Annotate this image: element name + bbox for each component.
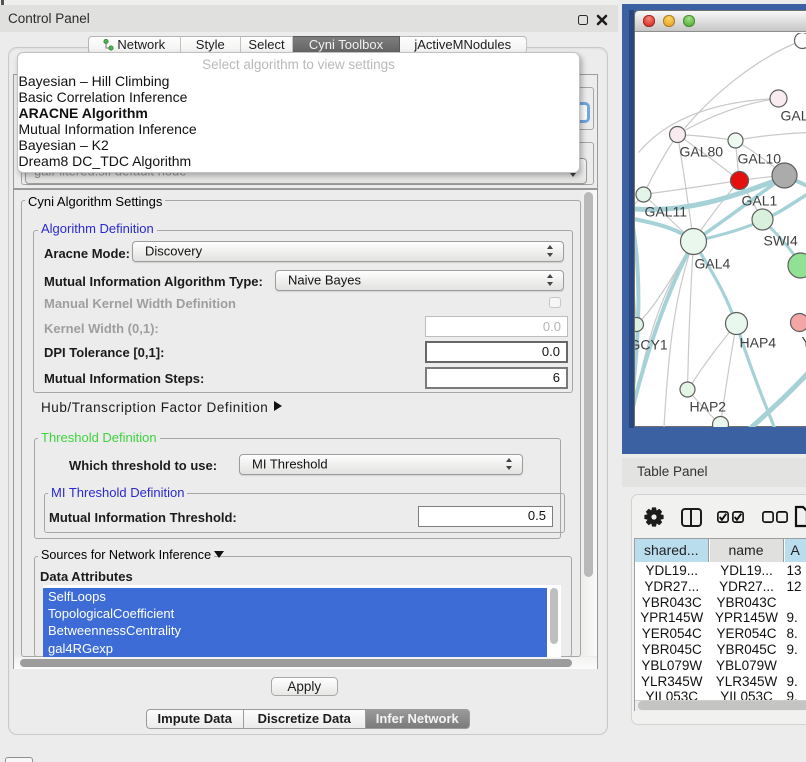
svg-text:SWI4: SWI4 <box>763 232 797 248</box>
svg-text:GAL80: GAL80 <box>679 143 723 159</box>
svg-text:GAL2: GAL2 <box>780 107 806 123</box>
svg-text:GCY1: GCY1 <box>635 336 668 352</box>
svg-text:GAL11: GAL11 <box>644 203 687 219</box>
svg-text:Y: Y <box>801 333 806 349</box>
svg-text:GAL10: GAL10 <box>737 150 781 166</box>
svg-text:HAP2: HAP2 <box>689 398 726 414</box>
svg-text:GAL1: GAL1 <box>741 192 777 208</box>
svg-text:HAP4: HAP4 <box>739 334 776 350</box>
svg-text:GAL4: GAL4 <box>694 255 730 271</box>
